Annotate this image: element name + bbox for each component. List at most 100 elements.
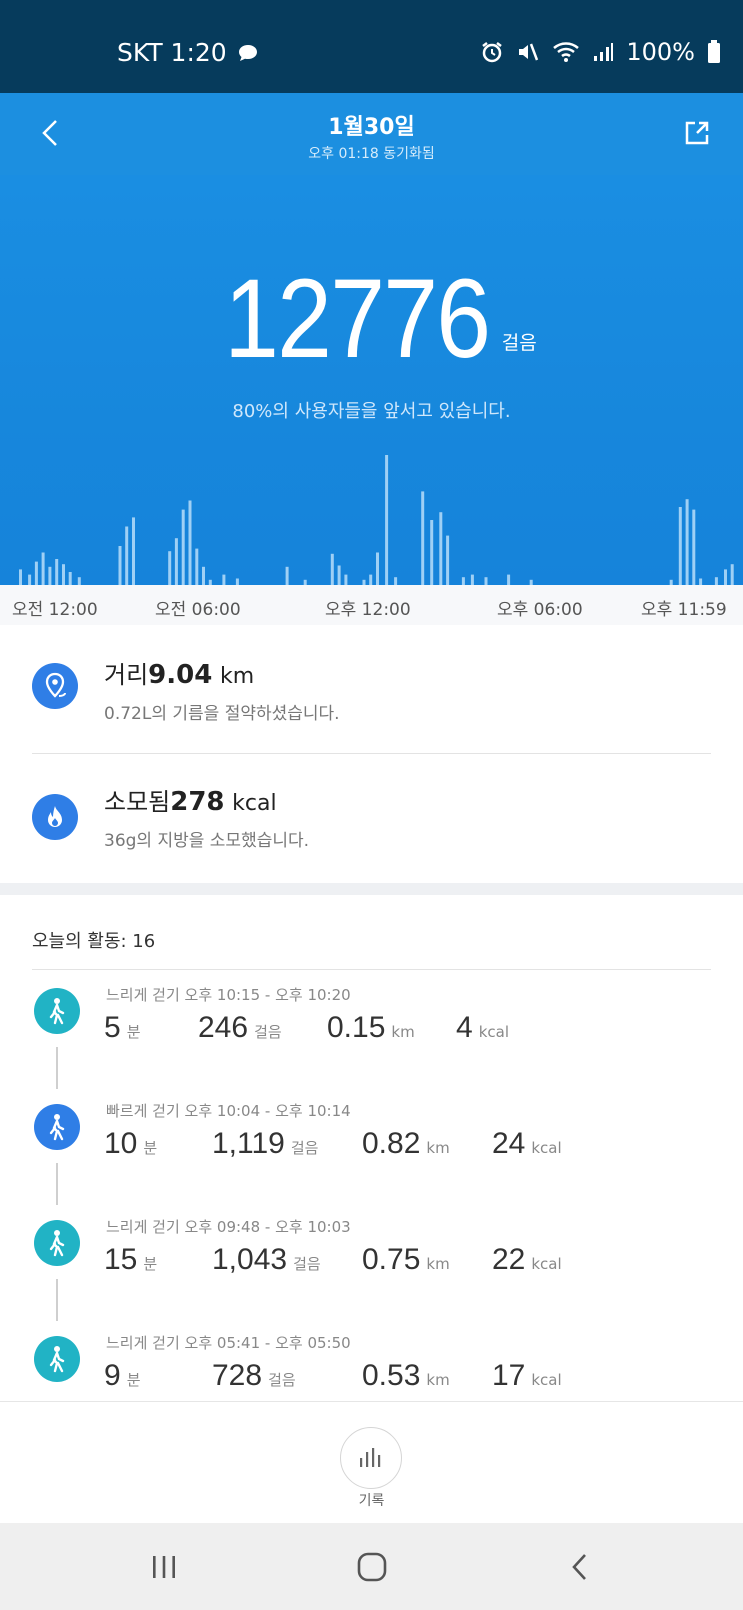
chart-bar	[724, 569, 727, 585]
distance-value: 9.04	[148, 660, 213, 690]
battery-percent: 100%	[626, 38, 695, 66]
activity-item[interactable]: 빠르게 걷기 오후 10:04 - 오후 10:14 10 분 1,119 걸음 0.82…	[0, 1093, 743, 1209]
chart-bar	[125, 526, 129, 585]
battery-icon	[707, 40, 721, 64]
chart-bar	[41, 552, 45, 585]
activity-title: 빠르게 걷기 오후 10:04 - 오후 10:14	[106, 1102, 351, 1120]
record-button[interactable]	[340, 1427, 402, 1489]
activity-calories: 24 kcal	[492, 1127, 562, 1160]
walking-icon	[34, 1336, 80, 1382]
calories-value: 278	[170, 787, 225, 817]
time-axis-label: 오후 11:59	[641, 600, 727, 620]
chart-bar	[62, 564, 65, 585]
timeline-connector	[56, 1163, 58, 1205]
time-axis-label: 오후 06:00	[497, 600, 583, 620]
location-pin-icon	[32, 663, 78, 709]
back-nav-button[interactable]	[558, 1545, 602, 1589]
step-summary-hero: 12776 걸음 80%의 사용자들을 앞서고 있습니다.	[0, 175, 743, 585]
steps-timeline-chart[interactable]	[0, 445, 743, 585]
activity-calories: 22 kcal	[492, 1243, 562, 1276]
activity-count-header: 오늘의 활동: 16	[32, 931, 156, 952]
activity-list[interactable]: 오늘의 활동: 16 느리게 걷기 오후 10:15 - 오후 10:20 5 분 2…	[0, 895, 743, 1401]
home-icon	[357, 1552, 387, 1582]
chart-bar	[19, 569, 22, 585]
distance-sub: 0.72L의 기름을 절약하셨습니다.	[104, 704, 340, 724]
calories-main: 소모됨278 kcal	[104, 782, 277, 817]
activity-distance: 0.15 km	[327, 1011, 415, 1044]
chart-bar	[678, 507, 682, 585]
activity-title: 느리게 걷기 오후 10:15 - 오후 10:20	[106, 986, 351, 1004]
activity-item[interactable]: 느리게 걷기 오후 10:15 - 오후 10:20 5 분 246 걸음 0.15 km 4…	[0, 977, 743, 1093]
calories-sub: 36g의 지방을 소모했습니다.	[104, 831, 310, 851]
timeline-connector	[56, 1047, 58, 1089]
percentile-text: 80%의 사용자들을 앞서고 있습니다.	[232, 401, 511, 422]
timeline-connector	[56, 1279, 58, 1321]
chart-time-axis: 오전 12:00 오전 06:00 오후 12:00 오후 06:00 오후 11:59	[0, 585, 743, 625]
walking-icon	[34, 988, 80, 1034]
activity-steps: 1,119 걸음	[212, 1127, 319, 1160]
chart-bar	[394, 577, 398, 585]
time-axis-label: 오전 06:00	[155, 600, 241, 620]
activity-minutes: 5분	[104, 1011, 141, 1044]
chart-bar	[34, 561, 38, 585]
chart-bar	[685, 499, 689, 585]
record-label: 기록	[358, 1493, 385, 1509]
distance-row[interactable]: 거리9.04 km 0.72L의 기름을 절약하셨습니다.	[0, 625, 743, 753]
activity-distance: 0.82 km	[362, 1127, 450, 1160]
chart-bar	[430, 520, 434, 585]
activity-item[interactable]: 느리게 걷기 오후 09:48 - 오후 10:03 15 분 1,043 걸음 0.75…	[0, 1209, 743, 1325]
chart-bar	[188, 500, 192, 585]
time-axis-label: 오후 12:00	[325, 600, 411, 620]
activity-minutes: 9분	[104, 1359, 141, 1392]
chart-bar	[446, 535, 450, 585]
activity-minutes: 15 분	[104, 1243, 158, 1276]
activity-title: 느리게 걷기 오후 05:41 - 오후 05:50	[106, 1334, 351, 1352]
chart-bar	[369, 574, 373, 585]
chart-bar	[202, 566, 205, 585]
chart-bar	[28, 574, 32, 585]
activity-item[interactable]: 느리게 걷기 오후 05:41 - 오후 05:50 9 분 728 걸음 0.53 km 1…	[0, 1325, 743, 1401]
activity-steps: 246 걸음	[198, 1011, 282, 1044]
activity-calories: 4 kcal	[456, 1011, 509, 1044]
bottom-tab-bar: 기록	[0, 1401, 743, 1523]
bar-chart-icon	[360, 1448, 381, 1467]
chart-bar	[344, 574, 348, 585]
status-bar: SKT 1:20 100%	[0, 0, 743, 93]
chart-bar	[174, 538, 178, 585]
chart-bar	[285, 566, 289, 585]
wifi-icon	[552, 41, 580, 63]
chart-bar	[337, 565, 341, 585]
distance-label: 거리	[104, 661, 149, 689]
activity-minutes: 10 분	[104, 1127, 158, 1160]
chart-bar	[55, 559, 59, 585]
summary-card: 거리9.04 km 0.72L의 기름을 절약하셨습니다. 소모됨278 kca…	[0, 625, 743, 883]
calories-row[interactable]: 소모됨278 kcal 36g의 지방을 소모했습니다.	[0, 754, 743, 882]
section-gap	[0, 883, 743, 895]
chart-bar	[385, 455, 389, 585]
activity-title: 느리게 걷기 오후 09:48 - 오후 10:03	[106, 1218, 351, 1236]
activity-steps: 1,043 걸음	[212, 1243, 321, 1276]
chart-bar	[439, 512, 443, 585]
sync-status: 오후 01:18 동기화됨	[308, 146, 435, 162]
chart-bar	[330, 553, 334, 585]
distance-main: 거리9.04 km	[104, 655, 254, 690]
recent-apps-button[interactable]	[142, 1545, 186, 1589]
steps-row: 12776 걸음	[0, 263, 743, 375]
distance-unit: km	[219, 664, 255, 689]
home-button[interactable]	[350, 1545, 394, 1589]
calories-label: 소모됨	[104, 788, 171, 816]
chart-bar	[714, 577, 718, 585]
steps-count: 12776	[224, 256, 491, 381]
chart-bar	[421, 491, 425, 585]
calories-unit: kcal	[232, 791, 277, 816]
time-axis-label: 오전 12:00	[12, 600, 98, 620]
chart-bar	[376, 552, 379, 585]
share-button[interactable]	[677, 113, 717, 153]
chart-bar	[118, 546, 122, 585]
chart-bar	[68, 572, 72, 585]
chart-bar	[461, 577, 465, 585]
activity-calories: 17 kcal	[492, 1359, 562, 1392]
chart-bar	[222, 574, 226, 585]
chart-bar	[48, 566, 52, 585]
system-nav-bar	[0, 1523, 743, 1610]
